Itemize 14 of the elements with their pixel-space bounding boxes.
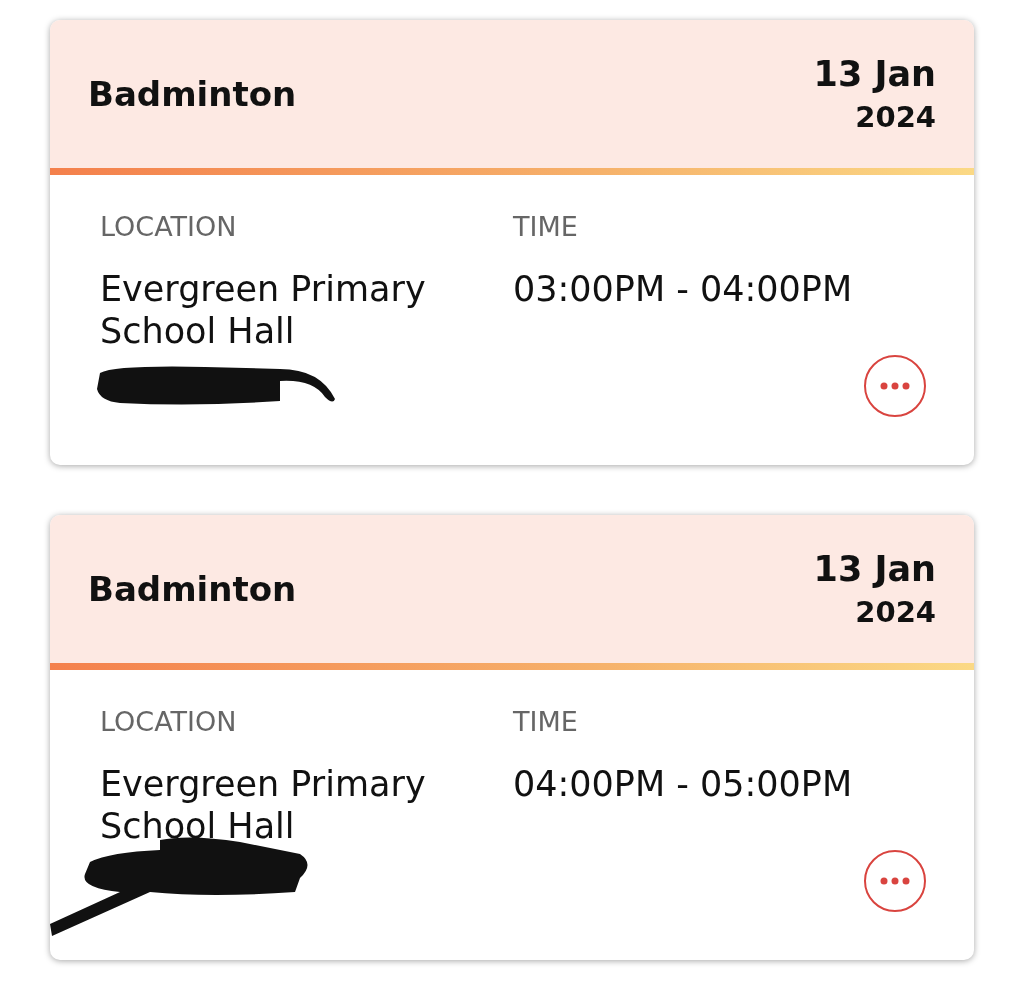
location-value: Evergreen Primary School Hall: [100, 763, 427, 847]
event-date: 13 Jan: [813, 549, 936, 589]
event-title: Badminton: [88, 569, 297, 609]
time-value: 04:00PM - 05:00PM: [512, 763, 854, 805]
location-value: Evergreen Primary School Hall: [100, 268, 427, 352]
time-label: TIME: [512, 211, 579, 242]
location-label: LOCATION: [100, 706, 238, 737]
event-year: 2024: [855, 595, 936, 629]
location-label: LOCATION: [100, 211, 238, 242]
event-date: 13 Jan: [813, 54, 936, 94]
event-year: 2024: [855, 100, 936, 134]
event-title: Badminton: [88, 74, 297, 114]
time-value: 03:00PM - 04:00PM: [512, 268, 854, 310]
time-label: TIME: [512, 706, 579, 737]
